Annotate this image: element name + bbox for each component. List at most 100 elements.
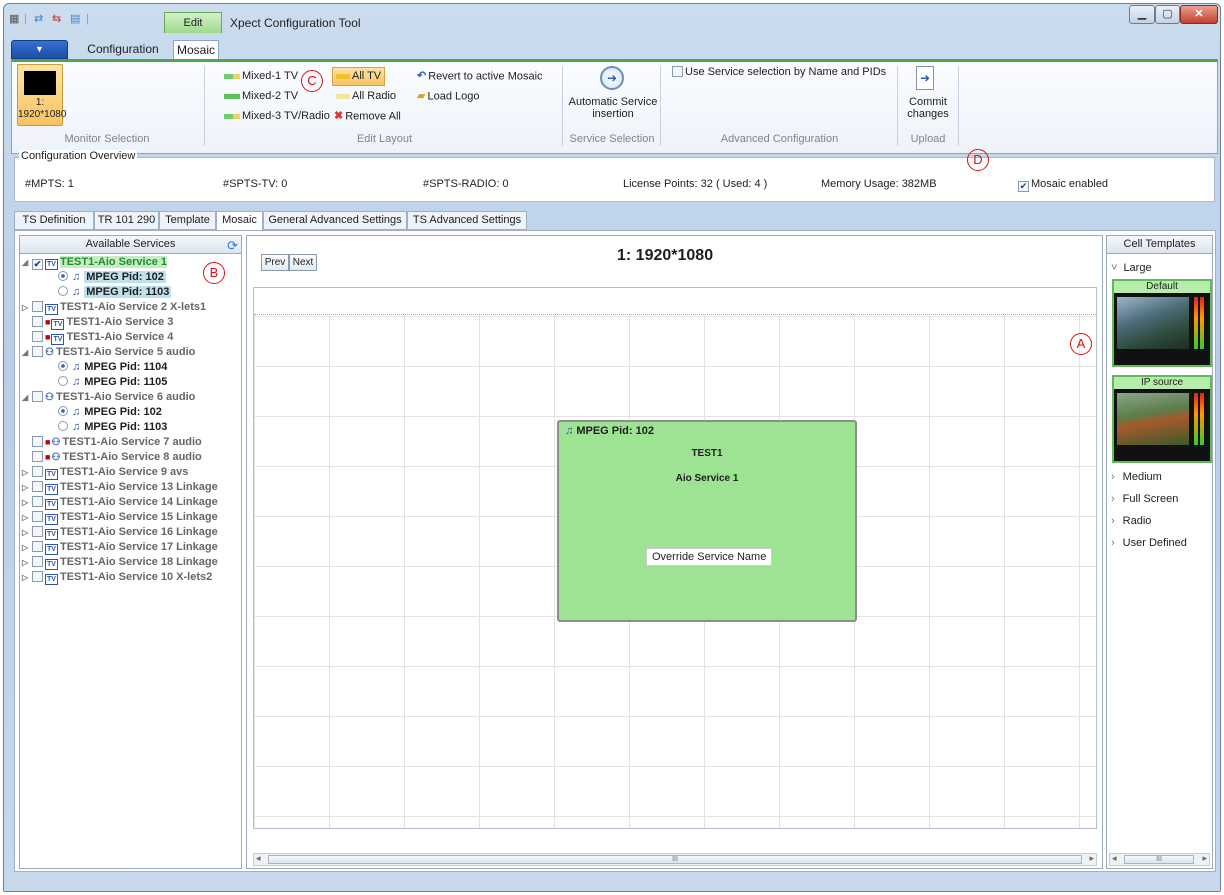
refresh-icon[interactable]: ⟳ — [227, 237, 238, 254]
tree-item-service[interactable]: ▷ TV TEST1-Aio Service 13 Linkage — [22, 480, 218, 495]
tree-item-service[interactable]: ▷ TV TEST1-Aio Service 14 Linkage — [22, 495, 218, 510]
tree-item-service[interactable]: ▷ TV TEST1-Aio Service 10 X-lets2 — [22, 570, 212, 585]
commit-changes-button[interactable]: ➜ Commit changes — [902, 64, 954, 126]
expander-full-screen[interactable]: › Full Screen — [1111, 489, 1178, 509]
revert-mosaic-button[interactable]: ↶ Revert to active Mosaic — [417, 69, 543, 86]
tab-ts-definition[interactable]: TS Definition — [14, 211, 94, 230]
quick-access-icon[interactable]: ⇄ — [34, 13, 48, 25]
checkbox[interactable] — [32, 556, 43, 567]
expand-icon[interactable]: ▷ — [22, 570, 32, 585]
radio-button[interactable] — [58, 286, 68, 296]
checkbox[interactable] — [32, 541, 43, 552]
maximize-button[interactable]: ▢ — [1155, 5, 1180, 24]
radio-button[interactable] — [58, 271, 68, 281]
checkbox[interactable] — [32, 511, 43, 522]
tree-item-service[interactable]: ▷ TV TEST1-Aio Service 16 Linkage — [22, 525, 218, 540]
checkbox[interactable] — [32, 301, 43, 312]
checkbox[interactable] — [32, 316, 43, 327]
application-menu-button[interactable]: ▼ — [11, 40, 68, 59]
expand-icon[interactable]: ▷ — [22, 480, 32, 495]
checkbox[interactable] — [32, 451, 43, 462]
mosaic-cell[interactable]: ♫ MPEG Pid: 102 TEST1 Aio Service 1 Over… — [557, 420, 857, 622]
all-radio-button[interactable]: All Radio — [336, 89, 396, 106]
tree-item-service[interactable]: ▷ TV TEST1-Aio Service 18 Linkage — [22, 555, 218, 570]
tree-item-service[interactable]: ◢ ✔ TV TEST1-Aio Service 1 — [22, 255, 167, 270]
expander-medium[interactable]: › Medium — [1111, 467, 1162, 487]
expand-icon[interactable]: ▷ — [22, 525, 32, 540]
tree-item-service[interactable]: ▷ TV TEST1-Aio Service 2 X-lets1 — [22, 300, 206, 315]
tree-item-service[interactable]: ◢ ⚇ TEST1-Aio Service 6 audio — [22, 390, 195, 405]
radio-button[interactable] — [58, 376, 68, 386]
expand-icon[interactable]: ▷ — [22, 540, 32, 555]
close-button[interactable]: ✕ — [1180, 5, 1218, 24]
radio-button[interactable] — [58, 406, 68, 416]
override-service-name-button[interactable]: Override Service Name — [646, 548, 773, 566]
tree-item-service[interactable]: ■ TV TEST1-Aio Service 3 — [32, 315, 173, 330]
tab-mosaic-view[interactable]: Mosaic — [216, 211, 263, 232]
tab-configuration[interactable]: Configuration — [73, 40, 173, 59]
expand-icon[interactable]: ▷ — [22, 510, 32, 525]
quick-access-icon[interactable]: ⇆ — [52, 13, 66, 25]
radio-button[interactable] — [58, 361, 68, 371]
scroll-thumb[interactable]: III — [1124, 855, 1194, 864]
tab-tr-101-290[interactable]: TR 101 290 — [94, 211, 159, 230]
checkbox[interactable]: ✔ — [1018, 181, 1029, 192]
tree-item-pid[interactable]: ♫ MPEG Pid: 1103 — [58, 285, 172, 300]
expand-icon[interactable]: ◢ — [22, 255, 32, 270]
automatic-service-insertion-button[interactable]: ➜ Automatic Service insertion — [568, 64, 658, 126]
expander-user-defined[interactable]: › User Defined — [1111, 533, 1187, 553]
checkbox[interactable] — [32, 391, 43, 402]
checkbox[interactable] — [32, 346, 43, 357]
checkbox[interactable] — [32, 571, 43, 582]
expander-large[interactable]: ˅ Large — [1111, 258, 1152, 278]
remove-all-button[interactable]: ✖ Remove All — [334, 109, 401, 126]
expand-icon[interactable]: ◢ — [22, 390, 32, 405]
tree-item-service[interactable]: ■⚇ TEST1-Aio Service 8 audio — [32, 450, 202, 465]
scroll-left-icon[interactable]: ◂ — [1112, 853, 1117, 864]
checkbox[interactable] — [32, 526, 43, 537]
tab-general-advanced-settings[interactable]: General Advanced Settings — [263, 211, 407, 230]
expand-icon[interactable]: ▷ — [22, 555, 32, 570]
tree-item-service[interactable]: ▷ TV TEST1-Aio Service 15 Linkage — [22, 510, 218, 525]
load-logo-button[interactable]: ▰ Load Logo — [417, 89, 479, 106]
next-button[interactable]: Next — [289, 254, 317, 271]
tree-item-pid[interactable]: ♫ MPEG Pid: 1105 — [58, 375, 167, 390]
expander-radio[interactable]: › Radio — [1111, 511, 1151, 531]
expand-icon[interactable]: ◢ — [22, 345, 32, 360]
edit-context-tab[interactable]: Edit — [164, 12, 222, 33]
expand-icon[interactable]: ▷ — [22, 465, 32, 480]
tree-item-pid[interactable]: ♫ MPEG Pid: 1103 — [58, 420, 167, 435]
checkbox[interactable]: ✔ — [32, 259, 43, 270]
checkbox[interactable] — [32, 331, 43, 342]
radio-button[interactable] — [58, 421, 68, 431]
tree-item-pid[interactable]: ♫ MPEG Pid: 102 — [58, 270, 166, 285]
checkbox[interactable] — [32, 496, 43, 507]
template-default[interactable]: Default — [1112, 279, 1212, 367]
tree-item-service[interactable]: ▷ TV TEST1-Aio Service 17 Linkage — [22, 540, 218, 555]
expand-icon[interactable]: ▷ — [22, 495, 32, 510]
mixed-1-tv-button[interactable]: Mixed-1 TV — [224, 69, 298, 86]
tree-item-pid[interactable]: ♫ MPEG Pid: 102 — [58, 405, 162, 420]
document-icon[interactable]: ▤ — [70, 13, 84, 25]
horizontal-scrollbar[interactable]: ◂ III ▸ — [253, 853, 1097, 866]
tree-item-service[interactable]: ▷ TV TEST1-Aio Service 9 avs — [22, 465, 188, 480]
scroll-thumb[interactable]: III — [268, 855, 1082, 864]
mosaic-canvas[interactable]: ♫ MPEG Pid: 102 TEST1 Aio Service 1 Over… — [253, 287, 1097, 829]
mixed-2-tv-button[interactable]: Mixed-2 TV — [224, 89, 298, 106]
all-tv-button[interactable]: All TV — [332, 67, 386, 86]
mosaic-enabled-checkbox[interactable]: ✔ Mosaic enabled — [1018, 178, 1108, 192]
checkbox[interactable] — [672, 66, 683, 77]
checkbox[interactable] — [32, 466, 43, 477]
scroll-right-icon[interactable]: ▸ — [1202, 853, 1207, 864]
scroll-right-icon[interactable]: ▸ — [1089, 853, 1094, 864]
tab-template[interactable]: Template — [159, 211, 216, 230]
mixed-3-tv-radio-button[interactable]: Mixed-3 TV/Radio — [224, 109, 330, 126]
template-ip-source[interactable]: IP source — [1112, 375, 1212, 463]
tree-item-service[interactable]: ◢ ⚇ TEST1-Aio Service 5 audio — [22, 345, 195, 360]
use-service-selection-checkbox[interactable]: Use Service selection by Name and PIDs — [672, 65, 886, 82]
tab-mosaic[interactable]: Mosaic — [173, 40, 219, 59]
tree-item-pid[interactable]: ♫ MPEG Pid: 1104 — [58, 360, 167, 375]
checkbox[interactable] — [32, 481, 43, 492]
monitor-1-button[interactable]: 1: 1920*1080 — [17, 64, 66, 126]
prev-button[interactable]: Prev — [261, 254, 289, 271]
